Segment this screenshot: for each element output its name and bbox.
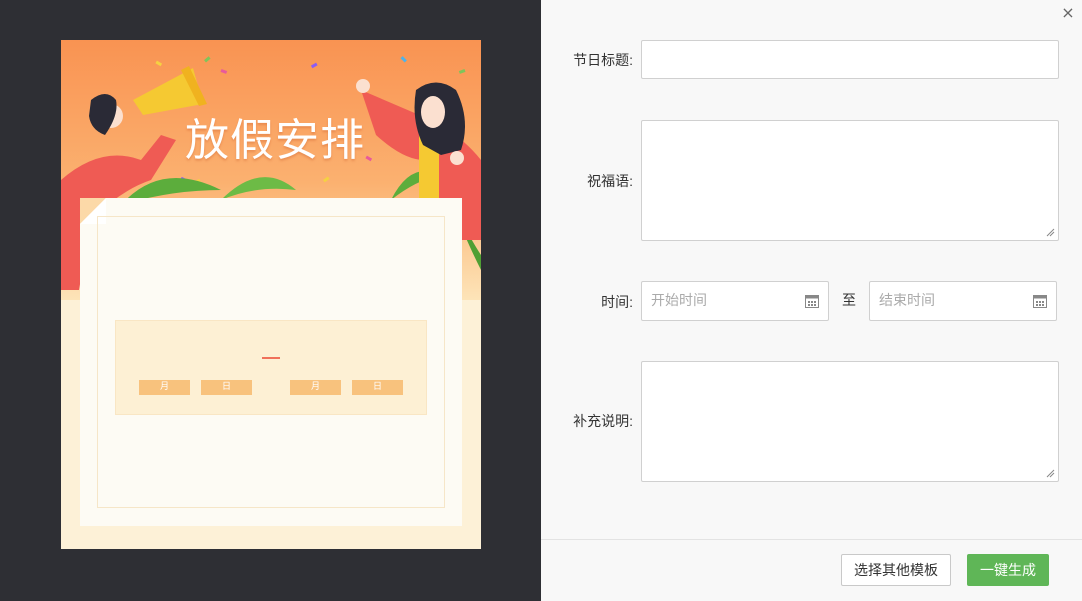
holiday-title-input[interactable] xyxy=(641,40,1059,79)
resize-grip-icon[interactable] xyxy=(1046,228,1055,237)
holiday-poster: 放假安排 月 日 月 日 xyxy=(61,40,481,549)
end-day-chip: 日 xyxy=(352,380,403,395)
date-separator-dash xyxy=(262,357,280,359)
template-preview-panel: 放假安排 月 日 月 日 xyxy=(0,0,541,601)
time-label: 时间: xyxy=(601,294,633,310)
end-time-input[interactable]: 结束时间 xyxy=(869,281,1057,321)
notes-textarea[interactable] xyxy=(641,361,1059,482)
poster-date-box: 月 日 月 日 xyxy=(115,320,427,415)
choose-other-template-button[interactable]: 选择其他模板 xyxy=(841,554,951,586)
poster-title: 放假安排 xyxy=(185,115,365,166)
close-icon[interactable]: × xyxy=(1058,3,1078,23)
start-day-chip: 日 xyxy=(201,380,252,395)
start-time-input[interactable]: 开始时间 xyxy=(641,281,829,321)
end-month-chip: 月 xyxy=(290,380,341,395)
holiday-form-panel: × 节日标题: 祝福语: 时间: 开始时间 至 结束时间 补充说明: 选择其他模… xyxy=(541,0,1082,601)
start-time-placeholder: 开始时间 xyxy=(651,292,707,308)
end-time-placeholder: 结束时间 xyxy=(879,292,935,308)
resize-grip-icon[interactable] xyxy=(1046,469,1055,478)
greeting-textarea[interactable] xyxy=(641,120,1059,241)
footer-divider xyxy=(541,539,1082,540)
generate-button[interactable]: 一键生成 xyxy=(967,554,1049,586)
title-label: 节日标题: xyxy=(573,52,633,68)
calendar-icon[interactable] xyxy=(1033,294,1047,308)
calendar-icon[interactable] xyxy=(805,294,819,308)
greeting-label: 祝福语: xyxy=(587,173,633,189)
notes-label: 补充说明: xyxy=(573,413,633,429)
start-month-chip: 月 xyxy=(139,380,190,395)
range-separator: 至 xyxy=(842,293,856,309)
